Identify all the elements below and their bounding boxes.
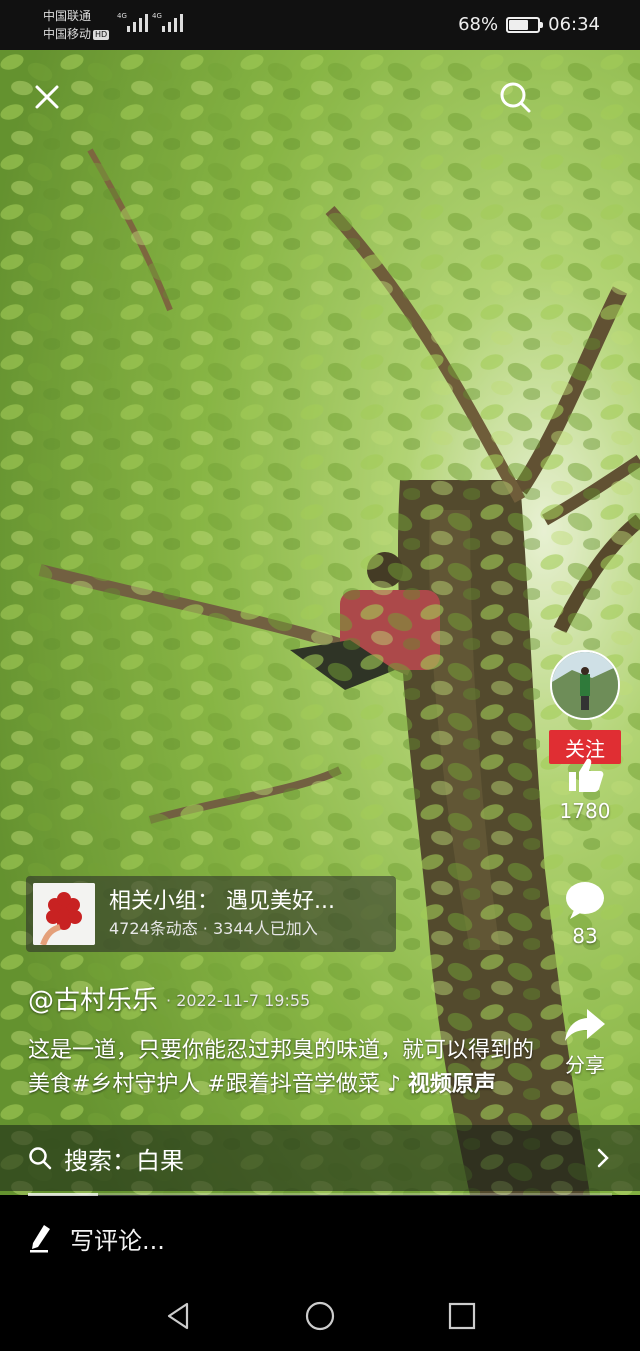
back-icon (167, 1302, 189, 1330)
like-count: 1780 (559, 799, 611, 823)
battery-icon (506, 16, 544, 33)
post-author-line: @古村乐乐 · 2022-11-7 19:55 (28, 980, 310, 1017)
pencil-icon (30, 1225, 50, 1253)
comment-button[interactable]: 83 (545, 880, 625, 948)
search-icon (29, 1147, 52, 1170)
related-search-bar[interactable]: 搜索：白果 (0, 1125, 640, 1191)
music-title[interactable]: 视频原声 (408, 1072, 496, 1097)
post-date: · 2022-11-7 19:55 (166, 991, 311, 1010)
group-stats: 4724条动态 · 3344人已加入 (109, 919, 318, 938)
carrier-info: 中国联通 中国移动 HD (43, 7, 110, 43)
related-search-label: 搜索：白果 (64, 1146, 184, 1175)
post-caption: 这是一道，只要你能忍过邦臭的味道，就可以得到的美食#乡村守护人 #跟着抖音学做菜… (28, 1034, 548, 1102)
like-button[interactable]: 1780 (545, 755, 625, 823)
comment-bubble-icon (566, 882, 604, 919)
battery-percent: 68% (458, 14, 499, 35)
video-player[interactable]: 关注 1780 83 分享 相关小组： 遇见美好... 4724条动态 · 33… (0, 50, 640, 1195)
share-label: 分享 (565, 1053, 605, 1077)
group-title: 相关小组： 遇见美好... (109, 889, 335, 914)
comment-placeholder: 写评论... (70, 1226, 165, 1255)
carrier-2: 中国移动 (43, 27, 92, 41)
hd-badge: HD (93, 30, 110, 40)
related-group-card[interactable]: 相关小组： 遇见美好... 4724条动态 · 3344人已加入 (26, 876, 396, 952)
close-button[interactable] (27, 77, 67, 117)
close-icon (35, 85, 59, 109)
author-name[interactable]: @古村乐乐 (28, 986, 158, 1016)
status-bar: 中国联通 中国移动 HD 4G 4G 68% 06:34 (0, 0, 640, 50)
home-icon (305, 1301, 335, 1331)
battery-level (509, 19, 529, 30)
music-note-icon: ♪ (386, 1072, 401, 1097)
share-arrow-icon (565, 1009, 605, 1041)
home-button[interactable] (300, 1296, 340, 1336)
search-icon (500, 82, 531, 113)
recents-button[interactable] (442, 1296, 482, 1336)
carrier-1: 中国联通 (43, 9, 92, 23)
avatar-image (552, 652, 618, 718)
back-button[interactable] (158, 1296, 198, 1336)
comment-count: 83 (572, 924, 598, 948)
comment-input-bar[interactable]: 写评论... (0, 1196, 640, 1280)
recents-icon (448, 1302, 476, 1330)
thumbs-up-icon (569, 758, 604, 792)
search-button[interactable] (495, 77, 535, 117)
chevron-right-icon (597, 1148, 609, 1168)
group-thumbnail (33, 883, 95, 945)
share-button[interactable]: 分享 (545, 1005, 625, 1078)
clock: 06:34 (548, 14, 600, 35)
system-nav-bar (0, 1280, 640, 1351)
flower-icon (33, 883, 95, 945)
video-frame-tree-scene (0, 50, 640, 1195)
author-avatar[interactable] (550, 650, 620, 720)
